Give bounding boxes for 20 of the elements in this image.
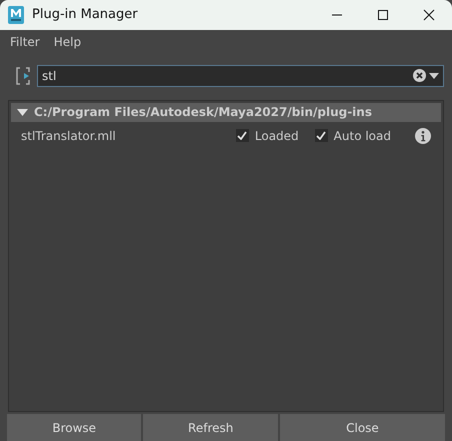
loaded-checkbox[interactable]: Loaded [236,126,299,145]
auto-load-checkbox[interactable]: Auto load [314,126,391,145]
group-header[interactable]: C:/Program Files/Autodesk/Maya2027/bin/plug-ins [11,102,441,122]
search-field[interactable]: stl [37,64,444,87]
maximize-icon[interactable] [377,9,389,21]
refresh-button[interactable]: Refresh [143,414,278,441]
info-icon[interactable] [415,128,431,144]
plugin-name: stlTranslator.mll [21,128,116,145]
menu-item[interactable]: Help [54,33,82,49]
checkmark-icon [316,131,326,140]
close-button[interactable]: Close [280,414,446,441]
expand-arrow-icon[interactable] [17,108,28,116]
browse-button[interactable]: Browse [7,414,142,441]
filter-toggle-icon[interactable] [15,66,31,85]
app-icon [8,6,24,24]
window-title: Plug-in Manager [32,6,138,24]
clear-icon[interactable] [413,68,426,82]
menu-item[interactable]: Filter [10,33,40,49]
dropdown-caret-icon[interactable] [429,72,439,79]
checkmark-icon [237,131,248,140]
